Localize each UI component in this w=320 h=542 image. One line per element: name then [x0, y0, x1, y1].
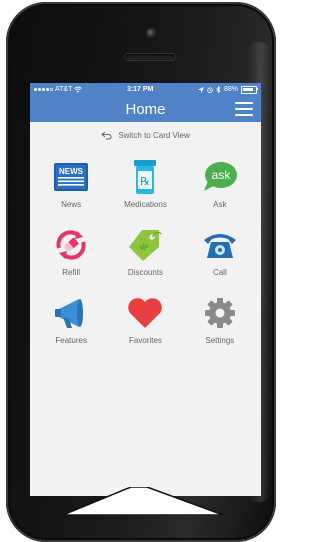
telephone-icon — [203, 234, 236, 258]
bluetooth-icon — [216, 86, 221, 93]
earpiece-speaker — [125, 54, 175, 60]
bottom-pointer-arrow — [63, 487, 223, 515]
heart-icon — [128, 298, 163, 328]
switch-view-label: Switch to Card View — [118, 131, 190, 140]
tile-label: Medications — [124, 200, 167, 209]
tile-label: Refill — [62, 268, 81, 277]
page-title: Home — [125, 100, 166, 118]
tile-discounts[interactable]: % Discounts — [108, 226, 182, 277]
price-tag-icon: % — [129, 230, 162, 261]
tile-label: Settings — [205, 336, 235, 345]
refill-pill-icon — [56, 230, 86, 260]
tile-label: Ask — [213, 200, 227, 209]
gear-icon — [204, 298, 235, 328]
hamburger-menu-icon[interactable] — [235, 102, 253, 116]
carrier-name: AT&T — [55, 86, 73, 93]
svg-text:ask: ask — [211, 168, 231, 182]
tile-label: News — [61, 200, 82, 209]
tile-label: Features — [55, 336, 87, 345]
tile-settings[interactable]: Settings — [183, 294, 257, 345]
location-icon — [197, 86, 204, 93]
tile-label: Favorites — [129, 336, 162, 345]
tile-medications[interactable]: ℞ Medications — [108, 158, 182, 209]
undo-arrow-icon — [101, 131, 112, 140]
prescription-bottle-icon: ℞ — [134, 160, 157, 194]
megaphone-icon — [55, 299, 84, 328]
alarm-icon — [207, 87, 213, 93]
tile-label: Call — [212, 268, 227, 277]
tile-news[interactable]: NEWS News — [34, 158, 108, 209]
svg-text:℞: ℞ — [141, 176, 151, 188]
switch-to-card-view-button[interactable]: Switch to Card View — [30, 131, 261, 140]
status-time: 3:17 PM — [126, 86, 154, 93]
tile-favorites[interactable]: Favorites — [108, 294, 182, 345]
battery-icon — [240, 85, 258, 94]
tile-call[interactable]: Call — [183, 226, 257, 277]
status-bar: AT&T 3:17 PM 88% — [30, 83, 261, 96]
signal-dots-icon — [34, 88, 53, 91]
ask-bubble-icon: ask — [203, 162, 237, 191]
newspaper-icon: NEWS — [54, 163, 89, 191]
header-bar: Home — [30, 96, 261, 122]
battery-percent: 88% — [223, 86, 238, 93]
wifi-icon — [74, 86, 83, 93]
front-camera — [147, 29, 155, 37]
tile-refill[interactable]: Refill — [34, 226, 108, 277]
tile-ask[interactable]: ask Ask — [183, 158, 257, 209]
tile-label: Discounts — [127, 268, 164, 277]
phone-screen: AT&T 3:17 PM 88% Home Switch to Card Vie… — [30, 83, 261, 496]
tile-features[interactable]: Features — [34, 294, 108, 345]
home-grid: NEWS News ℞ Medications ask Ask Refill %… — [30, 158, 261, 345]
svg-text:NEWS: NEWS — [59, 167, 84, 176]
